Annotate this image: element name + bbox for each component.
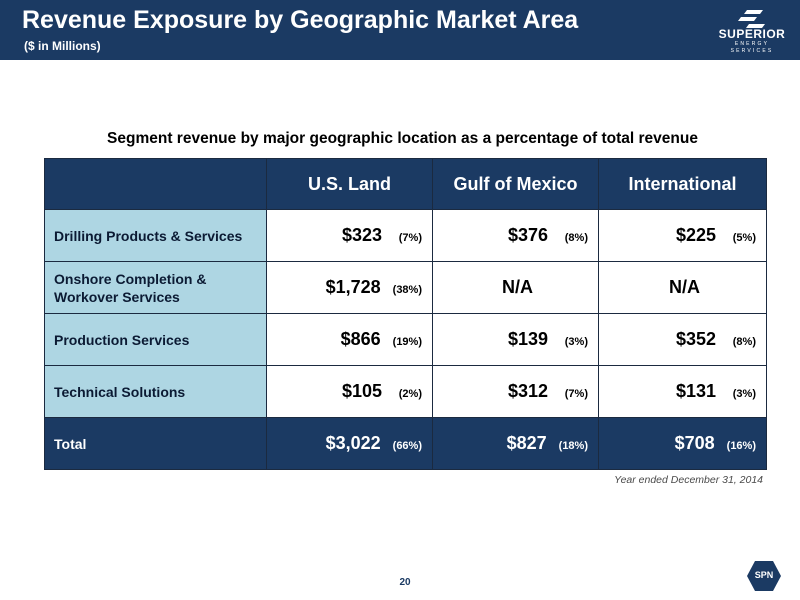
- table-cell: $131 (3%): [598, 365, 767, 418]
- table-cell: N/A: [432, 261, 599, 314]
- table-cell: $105 (2%): [266, 365, 433, 418]
- cell-amount: $323: [341, 225, 382, 245]
- cell-percent: (2%): [398, 388, 422, 400]
- cell-percent: (8%): [564, 232, 588, 244]
- table-row: Production Services $866 (19%) $139 (3%) $…: [44, 313, 767, 366]
- table-caption: Segment revenue by major geographic loca…: [107, 130, 698, 147]
- cell-amount: $376: [507, 225, 548, 245]
- revenue-table: U.S. Land Gulf of Mexico International D…: [44, 158, 767, 470]
- cell-percent: (3%): [732, 388, 756, 400]
- row-label: Onshore Completion & Workover Services: [44, 261, 267, 314]
- cell-amount: $708: [674, 433, 715, 453]
- table-cell: $352 (8%): [598, 313, 767, 366]
- table-cell: $323 (7%): [266, 209, 433, 262]
- cell-amount: $131: [675, 381, 716, 401]
- row-label: Drilling Products & Services: [44, 209, 267, 262]
- table-cell: $376 (8%): [432, 209, 599, 262]
- cell-amount: $105: [341, 381, 382, 401]
- cell-amount: N/A: [669, 277, 700, 297]
- cell-amount: $827: [506, 433, 547, 453]
- footnote: Year ended December 31, 2014: [614, 474, 763, 486]
- row-label: Production Services: [44, 313, 267, 366]
- logo-mark-icon: [738, 10, 765, 28]
- total-label: Total: [44, 417, 267, 470]
- table-cell: $225 (5%): [598, 209, 767, 262]
- cell-percent: (3%): [564, 336, 588, 348]
- table-cell: $708 (16%): [598, 417, 767, 470]
- cell-amount: $139: [507, 329, 548, 349]
- logo-tagline: ENERGY SERVICES: [730, 41, 774, 54]
- table-cell: $1,728 (38%): [266, 261, 433, 314]
- table-cell: $312 (7%): [432, 365, 599, 418]
- cell-amount: $866: [340, 329, 381, 349]
- table-cell: N/A: [598, 261, 767, 314]
- header-bar: Revenue Exposure by Geographic Market Ar…: [0, 0, 800, 60]
- page-subtitle: ($ in Millions): [24, 39, 101, 53]
- page-number: 20: [399, 577, 411, 588]
- column-header-gulf-of-mexico: Gulf of Mexico: [432, 158, 599, 210]
- table-row: Drilling Products & Services $323 (7%) $3…: [44, 209, 767, 262]
- badge-label: SPN: [754, 570, 774, 580]
- logo-name: SUPERIOR: [718, 27, 786, 41]
- company-logo: SUPERIOR ENERGY SERVICES: [712, 10, 792, 56]
- table-header-row: U.S. Land Gulf of Mexico International: [44, 158, 767, 210]
- column-header-us-land: U.S. Land: [266, 158, 433, 210]
- cell-percent: (8%): [732, 336, 756, 348]
- table-row: Onshore Completion & Workover Services $…: [44, 261, 767, 314]
- cell-percent: (66%): [392, 440, 422, 452]
- cell-amount: $352: [675, 329, 716, 349]
- cell-amount: $1,728: [325, 277, 381, 297]
- cell-percent: (38%): [392, 284, 422, 296]
- cell-percent: (5%): [732, 232, 756, 244]
- cell-percent: (7%): [564, 388, 588, 400]
- spn-badge: SPN: [746, 560, 782, 592]
- table-row: Technical Solutions $105 (2%) $312 (7%) $1…: [44, 365, 767, 418]
- row-label: Technical Solutions: [44, 365, 267, 418]
- cell-percent: (7%): [398, 232, 422, 244]
- column-header-blank: [44, 158, 267, 210]
- cell-amount: $312: [507, 381, 548, 401]
- cell-percent: (16%): [726, 440, 756, 452]
- table-cell: $827 (18%): [432, 417, 599, 470]
- cell-percent: (19%): [392, 336, 422, 348]
- column-header-international: International: [598, 158, 767, 210]
- table-cell: $3,022 (66%): [266, 417, 433, 470]
- cell-amount: $225: [675, 225, 716, 245]
- table-total-row: Total $3,022 (66%) $827 (18%) $708 (16%): [44, 417, 767, 470]
- cell-percent: (18%): [558, 440, 588, 452]
- cell-amount: $3,022: [325, 433, 381, 453]
- cell-amount: N/A: [502, 277, 533, 297]
- table-cell: $866 (19%): [266, 313, 433, 366]
- page-title: Revenue Exposure by Geographic Market Ar…: [22, 6, 579, 34]
- table-cell: $139 (3%): [432, 313, 599, 366]
